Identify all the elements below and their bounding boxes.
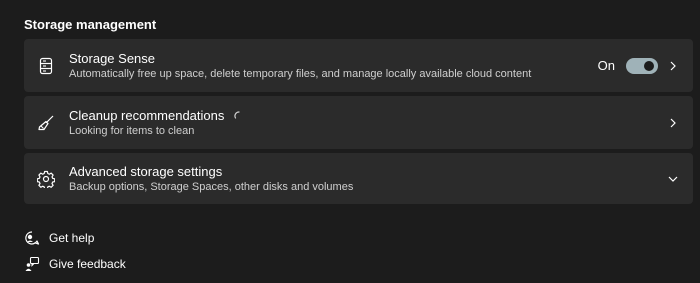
advanced-title: Advanced storage settings xyxy=(69,163,223,179)
chevron-right-icon xyxy=(670,61,676,70)
give-feedback-link[interactable]: Give feedback xyxy=(24,256,126,272)
chevron-right-icon xyxy=(670,118,676,127)
cleanup-recommendations-card[interactable]: Cleanup recommendations Looking for item… xyxy=(24,96,693,149)
storage-drive-icon xyxy=(39,57,53,74)
chevron-down-icon xyxy=(668,176,678,182)
gear-icon xyxy=(37,170,55,188)
cleanup-description: Looking for items to clean xyxy=(69,124,195,137)
cleanup-title-row: Cleanup recommendations xyxy=(69,108,244,123)
feedback-icon xyxy=(25,256,40,271)
advanced-description: Backup options, Storage Spaces, other di… xyxy=(69,180,354,193)
cleanup-title: Cleanup recommendations xyxy=(69,107,225,123)
advanced-texts: Advanced storage settings Backup options… xyxy=(69,164,353,194)
cleanup-texts: Cleanup recommendations Looking for item… xyxy=(69,108,244,138)
loading-spinner-icon xyxy=(234,110,240,119)
get-help-link[interactable]: Get help xyxy=(24,230,94,246)
broom-icon xyxy=(38,115,54,130)
storage-sense-toggle[interactable] xyxy=(626,57,658,74)
storage-sense-description: Automatically free up space, delete temp… xyxy=(69,67,532,80)
advanced-storage-settings-card[interactable]: Advanced storage settings Backup options… xyxy=(24,153,693,204)
give-feedback-label: Give feedback xyxy=(49,257,126,271)
storage-sense-title: Storage Sense xyxy=(69,50,156,66)
toggle-state-label: On xyxy=(597,58,615,73)
get-help-label: Get help xyxy=(49,231,95,245)
storage-sense-card[interactable]: Storage Sense Automatically free up spac… xyxy=(24,39,693,92)
help-chat-icon xyxy=(25,231,40,245)
storage-settings-page: Storage management Storage Sense Automat… xyxy=(0,0,700,283)
storage-sense-toggle-group: On xyxy=(597,57,658,74)
toggle-knob xyxy=(644,60,654,71)
storage-sense-texts: Storage Sense Automatically free up spac… xyxy=(69,51,531,81)
section-title: Storage management xyxy=(24,17,157,32)
